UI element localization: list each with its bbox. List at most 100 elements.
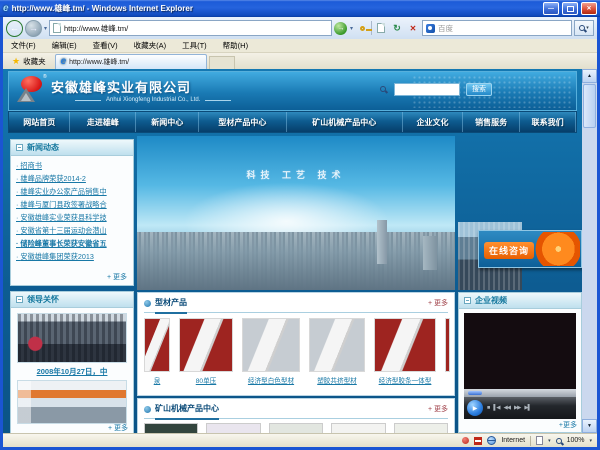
addon-key-button[interactable] <box>355 20 369 36</box>
forward-button[interactable]: → <box>25 20 42 37</box>
product-thumbnail[interactable] <box>242 318 300 372</box>
zoom-level-dropdown-icon[interactable]: ▾ <box>589 438 592 444</box>
banner-slogan: 科技 工艺 技术 <box>137 168 455 181</box>
maximize-button[interactable] <box>562 2 578 15</box>
previous-button[interactable]: ▌◀ <box>493 405 499 411</box>
product-label[interactable]: 80单压 <box>179 375 233 385</box>
change-zoom-page-icon[interactable] <box>536 436 543 445</box>
product-thumbnail-partial <box>445 318 450 372</box>
news-list: 招商书雄峰品牌荣获2014-2雄峰实业办公家产品销售中雄峰与厦门县政签署战略合安… <box>11 156 133 263</box>
leadership-photo-caption[interactable]: 2008年10月27日，中 <box>11 366 133 377</box>
scrollbar-thumb[interactable] <box>583 84 596 128</box>
menu-item[interactable]: 工具(T) <box>174 40 215 51</box>
new-tab-stub[interactable] <box>209 56 235 69</box>
menu-item[interactable]: 编辑(E) <box>44 40 85 51</box>
news-link[interactable]: 安徽雄峰实业荣获县科学技 <box>16 211 128 224</box>
nav-item[interactable]: 新闻中心 <box>136 112 199 132</box>
browser-search-box[interactable]: 百度 <box>422 20 572 36</box>
product-thumbnail[interactable] <box>144 318 170 372</box>
fast-forward-button[interactable]: ▶▶ <box>514 405 520 411</box>
menu-item[interactable]: 查看(V) <box>85 40 126 51</box>
refresh-button[interactable]: ↻ <box>390 20 404 36</box>
online-consult-label[interactable]: 在线咨询 <box>484 242 534 259</box>
vertical-scrollbar[interactable]: ▲ ▼ <box>582 69 597 433</box>
mining-thumbnail[interactable] <box>394 423 448 433</box>
video-more-link[interactable]: +更多 <box>559 420 577 430</box>
favorites-button[interactable]: ★ 收藏夹 <box>3 53 55 69</box>
seek-handle[interactable] <box>468 391 482 395</box>
nav-item[interactable]: 企业文化 <box>403 112 463 132</box>
site-search-input[interactable] <box>394 83 460 96</box>
profile-more-link[interactable]: + 更多 <box>428 298 448 308</box>
menu-item[interactable]: 帮助(H) <box>215 40 256 51</box>
product-label[interactable]: 经济型胶条一体型 <box>374 375 436 385</box>
product-label[interactable]: 泉 <box>144 375 170 385</box>
address-dropdown-icon[interactable]: ▾ <box>350 25 353 32</box>
active-tab[interactable]: e http://www.雄峰.tm/ <box>55 54 207 69</box>
mining-thumbnail[interactable] <box>331 423 385 433</box>
search-go-button[interactable]: ▾ <box>574 20 594 36</box>
product-label[interactable]: 经济型白色型材 <box>242 375 300 385</box>
nav-item[interactable]: 型材产品中心 <box>199 112 286 132</box>
ie-logo-icon: e <box>3 4 9 14</box>
mining-thumbnail[interactable] <box>269 423 323 433</box>
news-link[interactable]: 储险峰董事长荣获安徽省五 <box>16 237 128 250</box>
baidu-icon <box>426 24 435 33</box>
scroll-up-icon[interactable]: ▲ <box>582 69 597 83</box>
go-button[interactable]: → <box>334 20 348 36</box>
protected-mode-icon[interactable] <box>474 437 482 445</box>
menu-item[interactable]: 收藏夹(A) <box>126 40 175 51</box>
nav-item[interactable]: 网站首页 <box>9 112 70 132</box>
video-box: 企业视频 ▶ ■ ▌◀ ◀◀ ▶▶ ▶▌ +更多 <box>458 292 582 433</box>
news-link[interactable]: 雄峰实业办公家产品销售中 <box>16 185 128 198</box>
stop-button[interactable]: ✕ <box>406 20 420 36</box>
rewind-button[interactable]: ◀◀ <box>503 405 509 411</box>
site-search-button[interactable]: 搜索 <box>466 83 492 96</box>
minimize-button[interactable]: — <box>543 2 559 15</box>
leadership-more-link[interactable]: + 更多 <box>108 423 128 433</box>
video-screen[interactable] <box>464 313 576 389</box>
play-button[interactable]: ▶ <box>467 400 483 416</box>
internet-zone-icon <box>487 436 496 445</box>
leadership-photo-1[interactable] <box>17 313 127 363</box>
product-thumbnail[interactable] <box>309 318 365 372</box>
tab-bar: ★ 收藏夹 e http://www.雄峰.tm/ <box>3 53 597 69</box>
mining-thumbnail[interactable] <box>206 423 260 433</box>
product-label[interactable]: 塑胶共挤型材 <box>309 375 365 385</box>
close-button[interactable]: ✕ <box>581 2 597 15</box>
phishing-filter-icon[interactable] <box>462 437 469 444</box>
compatibility-button[interactable] <box>374 20 388 36</box>
mining-more-link[interactable]: + 更多 <box>428 404 448 414</box>
video-box-header: 企业视频 <box>459 293 581 309</box>
news-link[interactable]: 雄峰品牌荣获2014-2 <box>16 172 128 185</box>
zoom-dropdown-icon[interactable]: ▾ <box>548 438 551 444</box>
back-button[interactable]: ← <box>6 20 23 37</box>
news-box-header: 新闻动态 <box>11 140 133 156</box>
next-button[interactable]: ▶▌ <box>524 405 530 411</box>
menu-item[interactable]: 文件(F) <box>3 40 44 51</box>
news-link[interactable]: 安徽雄峰集团荣获2013 <box>16 250 128 263</box>
online-consult-float[interactable]: 在线咨询 <box>478 230 582 268</box>
nav-item[interactable]: 走进雄峰 <box>70 112 136 132</box>
menu-bar: 文件(F)编辑(E)查看(V)收藏夹(A)工具(T)帮助(H) <box>3 39 597 53</box>
product-thumbnail[interactable] <box>179 318 233 372</box>
history-dropdown-icon[interactable]: ▾ <box>44 25 47 32</box>
product-thumbnail[interactable] <box>374 318 436 372</box>
nav-item[interactable]: 联系我们 <box>520 112 576 132</box>
leadership-photo-2[interactable] <box>17 380 127 424</box>
news-link[interactable]: 安徽省第十三届运动会潜山 <box>16 224 128 237</box>
zoom-level: 100% <box>567 437 585 444</box>
status-bar: Internet ▾ 100% ▾ <box>3 433 597 447</box>
site-header: ® 安徽雄峰实业有限公司 Anhui Xiongfeng Industrial … <box>8 71 577 111</box>
scroll-down-icon[interactable]: ▼ <box>582 419 597 433</box>
nav-item[interactable]: 矿山机械产品中心 <box>287 112 403 132</box>
news-link[interactable]: 招商书 <box>16 159 128 172</box>
address-bar[interactable]: http://www.雄峰.tm/ <box>49 20 332 36</box>
news-more-link[interactable]: + 更多 <box>107 272 127 282</box>
news-link[interactable]: 雄峰与厦门县政签署战略合 <box>16 198 128 211</box>
stop-media-button[interactable]: ■ <box>487 405 489 411</box>
video-seek-bar[interactable] <box>464 389 576 397</box>
nav-item[interactable]: 销售服务 <box>463 112 520 132</box>
section-toggle-icon <box>16 296 23 303</box>
mining-thumbnail[interactable] <box>144 423 198 433</box>
